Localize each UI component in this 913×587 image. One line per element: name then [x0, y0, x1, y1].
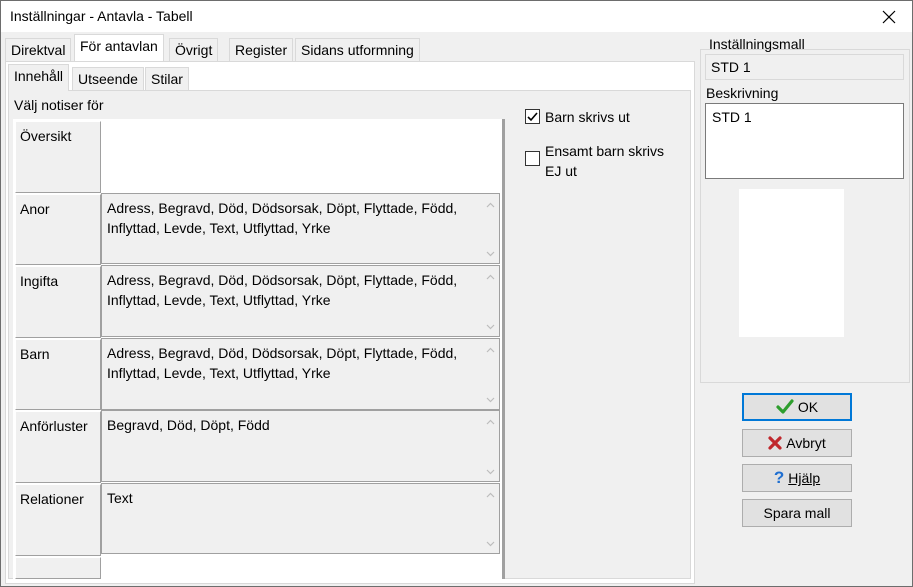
template-label: Inställningsmall: [709, 36, 805, 52]
row-label-relationer: Relationer: [15, 484, 101, 556]
scroll-down-icon[interactable]: [483, 465, 497, 479]
subtab-utseende[interactable]: Utseende: [72, 67, 144, 91]
ok-button[interactable]: OK: [742, 393, 852, 421]
barn-skrivs-ut-checkbox[interactable]: [525, 109, 540, 124]
scroll-down-icon[interactable]: [483, 247, 497, 261]
cross-icon: [768, 436, 782, 450]
scroll-down-icon[interactable]: [483, 320, 497, 334]
row-field-oversikt[interactable]: [101, 121, 500, 193]
row-label-empty: [15, 557, 101, 579]
check-icon: [776, 399, 794, 415]
select-notices-label: Välj notiser för: [14, 97, 104, 113]
close-icon: [882, 10, 896, 23]
scroll-down-icon[interactable]: [483, 537, 497, 551]
row-label-barn: Barn: [15, 339, 101, 410]
template-field[interactable]: STD 1: [705, 54, 904, 80]
notice-grid: Översikt Anor Adress, Begravd, Död, Döds…: [13, 119, 505, 579]
row-value-ingifta: Adress, Begravd, Död, Dödsorsak, Döpt, F…: [107, 272, 458, 308]
row-field-ingifta[interactable]: Adress, Begravd, Död, Dödsorsak, Döpt, F…: [101, 265, 500, 337]
ensamt-barn-label[interactable]: Ensamt barn skrivs EJ ut: [545, 141, 675, 181]
row-value-relationer: Text: [107, 490, 133, 506]
title-bar: Inställningar - Antavla - Tabell: [1, 1, 912, 32]
tab-register[interactable]: Register: [229, 38, 294, 62]
scroll-up-icon[interactable]: [483, 488, 497, 502]
description-field[interactable]: STD 1: [705, 103, 904, 179]
ok-label: OK: [797, 399, 819, 415]
cancel-label: Avbryt: [786, 435, 826, 451]
ensamt-barn-checkbox[interactable]: [525, 151, 540, 166]
row-label-anforluster: Anförluster: [15, 411, 101, 483]
tab-ovrigt[interactable]: Övrigt: [169, 38, 219, 62]
scroll-up-icon[interactable]: [483, 343, 497, 357]
row-label-ingifta: Ingifta: [15, 266, 101, 338]
row-field-anor[interactable]: Adress, Begravd, Död, Dödsorsak, Döpt, F…: [101, 193, 500, 264]
checkmark-icon: [527, 112, 538, 122]
close-button[interactable]: [866, 1, 912, 32]
row-field-barn[interactable]: Adress, Begravd, Död, Dödsorsak, Döpt, F…: [101, 338, 500, 410]
row-field-anforluster[interactable]: Begravd, Död, Döpt, Född: [101, 410, 500, 482]
subtab-innehall[interactable]: Innehåll: [8, 64, 70, 91]
question-icon: ?: [773, 468, 785, 487]
template-preview: [739, 189, 844, 337]
row-value-barn: Adress, Begravd, Död, Dödsorsak, Döpt, F…: [107, 345, 458, 381]
subtab-stilar[interactable]: Stilar: [145, 67, 189, 91]
help-button[interactable]: ? Hjälp: [742, 464, 852, 492]
scroll-up-icon[interactable]: [483, 270, 497, 284]
scroll-up-icon[interactable]: [483, 415, 497, 429]
save-template-button[interactable]: Spara mall: [742, 499, 852, 527]
tab-for-antavlan[interactable]: För antavlan: [74, 34, 164, 61]
cancel-button[interactable]: Avbryt: [742, 429, 852, 457]
row-label-anor: Anor: [15, 194, 101, 265]
window-title: Inställningar - Antavla - Tabell: [10, 8, 193, 24]
description-label: Beskrivning: [706, 85, 779, 101]
row-label-oversikt: Översikt: [15, 121, 101, 193]
row-field-relationer[interactable]: Text: [101, 483, 500, 554]
barn-skrivs-ut-label[interactable]: Barn skrivs ut: [545, 107, 630, 127]
tab-direktval[interactable]: Direktval: [5, 38, 72, 62]
settings-dialog: Inställningar - Antavla - Tabell Direktv…: [0, 0, 913, 587]
row-value-anforluster: Begravd, Död, Döpt, Född: [107, 417, 270, 433]
tab-sidans-utformning[interactable]: Sidans utformning: [295, 38, 420, 62]
help-label: Hjälp: [788, 470, 821, 486]
scroll-up-icon[interactable]: [483, 198, 497, 212]
row-value-anor: Adress, Begravd, Död, Dödsorsak, Döpt, F…: [107, 200, 458, 236]
save-template-label: Spara mall: [763, 505, 831, 521]
scroll-down-icon[interactable]: [483, 393, 497, 407]
